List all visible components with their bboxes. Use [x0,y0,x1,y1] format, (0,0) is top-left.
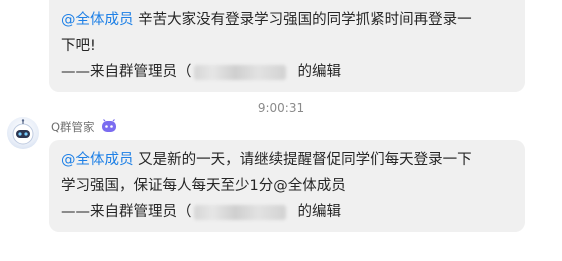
mention-all-members[interactable]: @全体成员 [61,152,134,168]
redacted-admin-name [193,64,286,80]
redacted-admin-name [193,204,286,220]
robot-avatar-icon[interactable] [7,117,39,149]
signature-prefix: ——来自群管理员（ [61,64,192,80]
signature-suffix: 的编辑 [297,64,342,80]
message-2-line-2: 学习强国，保证每人每天至少1分@全体成员 [61,178,346,194]
message-bubble-1[interactable]: @全体成员 辛苦大家没有登录学习强国的同学抓紧时间再登录一 下吧! ——来自群管… [49,0,525,92]
message-timestamp: 9:00:31 [257,101,305,115]
message-1-text-1: 辛苦大家没有登录学习强国的同学抓紧时间再登录一 [133,12,472,28]
signature-prefix: ——来自群管理员（ [61,204,192,220]
sender-name[interactable]: Q群管家 [51,119,95,135]
bot-badge-icon [101,119,117,133]
message-1-line-1: @全体成员 辛苦大家没有登录学习强国的同学抓紧时间再登录一 [61,7,513,33]
message-2-text-1: 又是新的一天，请继续提醒督促同学们每天登录一下 [133,152,472,168]
message-bubble-2[interactable]: @全体成员 又是新的一天，请继续提醒督促同学们每天登录一下 学习强国，保证每人每… [49,140,525,232]
message-1-line-2: 下吧! [61,38,96,54]
message-2-signature: ——来自群管理员（ 的编辑 [61,199,513,225]
mention-all-members[interactable]: @全体成员 [61,12,134,28]
message-1-signature: ——来自群管理员（ 的编辑 [61,59,513,85]
message-2-line-1: @全体成员 又是新的一天，请继续提醒督促同学们每天登录一下 [61,147,513,173]
signature-suffix: 的编辑 [297,204,342,220]
